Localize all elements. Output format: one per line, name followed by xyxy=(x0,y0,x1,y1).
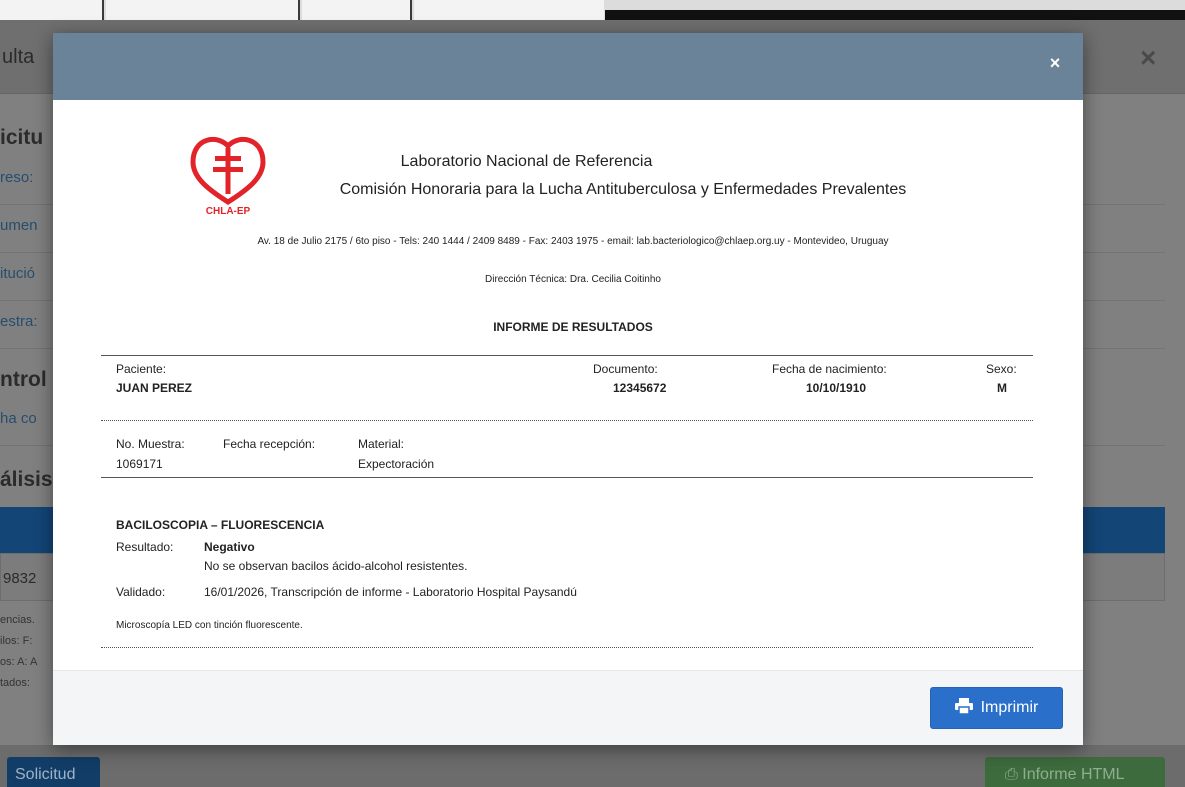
patient-label: Paciente: xyxy=(116,362,167,376)
background-note: encias. xyxy=(0,614,35,626)
background-informe-html-button[interactable]: ⎙ Informe HTML xyxy=(985,757,1165,787)
tab-strip-filler xyxy=(605,10,1185,20)
background-row-label: estra: xyxy=(0,313,38,330)
lab-name: Laboratorio Nacional de Referencia xyxy=(400,153,653,170)
print-button[interactable]: Imprimir xyxy=(930,687,1063,729)
material-value: Expectoración xyxy=(358,457,435,471)
result-detail: No se observan bacilos ácido-alcohol res… xyxy=(204,559,468,573)
dob-value: 10/10/1910 xyxy=(806,381,867,395)
sample-number-value: 1069171 xyxy=(116,457,163,471)
chla-ep-logo: CHLA-EP xyxy=(187,134,269,217)
divider xyxy=(101,355,1033,356)
sex-value: M xyxy=(997,381,1007,395)
report-modal: × CHLA-EP Laboratorio Nacional de Refere… xyxy=(53,33,1083,745)
modal-footer: Imprimir xyxy=(53,670,1083,745)
background-heading-solicitud: icitu xyxy=(0,126,44,149)
document-value: 12345672 xyxy=(613,381,667,395)
background-row-label: ha co xyxy=(0,410,37,427)
background-heading-control: ntrol xyxy=(0,368,47,391)
modal-body: CHLA-EP Laboratorio Nacional de Referenc… xyxy=(53,100,1083,670)
background-heading-analisis: álisis xyxy=(0,468,53,491)
background-note: os: A: A xyxy=(0,656,38,668)
background-informe-html-label: Informe HTML xyxy=(1022,766,1125,783)
validated-value: 16/01/2026, Transcripción de informe - L… xyxy=(204,585,577,599)
sex-label: Sexo: xyxy=(986,362,1017,376)
validated-label: Validado: xyxy=(116,585,166,599)
result-value: Negativo xyxy=(204,540,255,554)
divider xyxy=(101,477,1033,478)
commission-name: Comisión Honoraria para la Lucha Antitub… xyxy=(339,181,907,198)
background-row-label: itució xyxy=(0,265,36,282)
tab[interactable] xyxy=(106,0,300,20)
reception-date-label: Fecha recepción: xyxy=(223,437,316,451)
report-title: INFORME DE RESULTADOS xyxy=(493,320,653,334)
document-label: Documento: xyxy=(593,362,658,376)
dob-label: Fecha de nacimiento: xyxy=(772,362,887,376)
tab[interactable] xyxy=(414,0,604,20)
dotted-divider xyxy=(101,420,1033,421)
modal-header: × xyxy=(53,33,1083,100)
browser-tab-strip xyxy=(0,0,1185,20)
background-close-icon[interactable]: × xyxy=(1140,42,1156,74)
tab[interactable] xyxy=(0,0,104,20)
technical-direction: Dirección Técnica: Dra. Cecilia Coitinho xyxy=(485,274,661,285)
print-label: Imprimir xyxy=(980,699,1039,716)
analysis-title: BACILOSCOPIA – FLUORESCENCIA xyxy=(116,518,325,532)
background-cell-value: 9832 xyxy=(3,570,37,587)
patient-name: JUAN PEREZ xyxy=(116,381,193,395)
background-title: ulta xyxy=(2,46,35,68)
background-row-label: reso: xyxy=(0,169,34,186)
sample-number-label: No. Muestra: xyxy=(116,437,185,451)
background-note: tados: xyxy=(0,677,30,689)
material-label: Material: xyxy=(358,437,405,451)
logo-text: CHLA-EP xyxy=(206,206,251,216)
lab-address: Av. 18 de Julio 2175 / 6to piso - Tels: … xyxy=(257,236,889,247)
tab[interactable] xyxy=(302,0,412,20)
analysis-note: Microscopía LED con tinción fluorescente… xyxy=(116,620,303,631)
result-label: Resultado: xyxy=(116,540,174,554)
dotted-divider xyxy=(101,647,1033,648)
close-icon[interactable]: × xyxy=(1045,53,1065,75)
background-note: ilos: F: xyxy=(0,635,33,647)
background-row-label: umen xyxy=(0,217,38,234)
background-solicitud-button[interactable]: Solicitud xyxy=(7,757,100,787)
printer-icon xyxy=(954,697,973,719)
